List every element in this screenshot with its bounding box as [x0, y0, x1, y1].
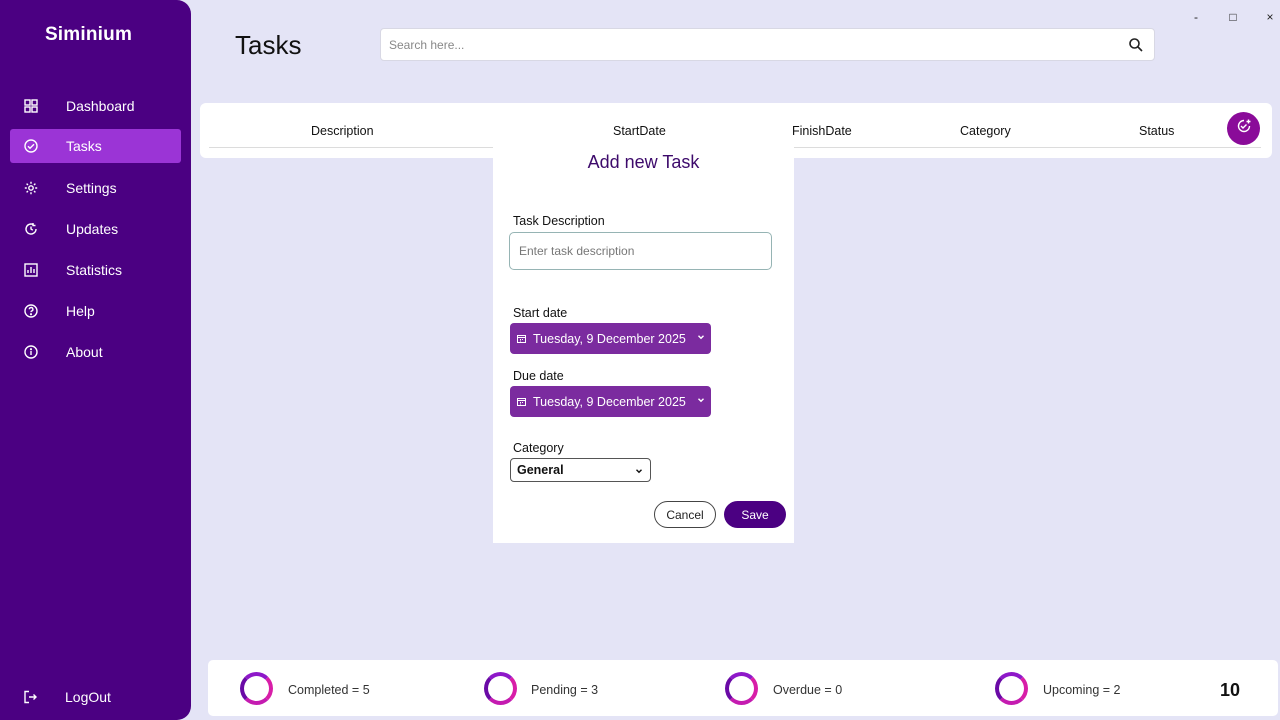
sidebar-item-settings[interactable]: Settings — [10, 171, 181, 205]
upcoming-ring — [995, 672, 1028, 705]
grid-icon — [24, 99, 38, 113]
search-icon[interactable] — [1128, 37, 1144, 53]
task-description-label: Task Description — [513, 214, 605, 228]
category-value: General — [517, 463, 564, 477]
logout-label: LogOut — [65, 689, 111, 705]
start-date-picker[interactable]: Tuesday, 9 December 2025 — [510, 323, 711, 354]
overdue-ring — [725, 672, 758, 705]
start-date-value: Tuesday, 9 December 2025 — [533, 331, 686, 346]
add-task-dialog: Add new Task Task Description Start date… — [493, 137, 794, 543]
page-title: Tasks — [235, 30, 302, 60]
gear-icon — [24, 181, 38, 195]
column-header-category: Category — [960, 124, 1011, 138]
cancel-button[interactable]: Cancel — [654, 501, 716, 528]
check-circle-icon — [24, 139, 38, 153]
column-header-status: Status — [1139, 124, 1175, 138]
add-task-icon — [1236, 118, 1252, 139]
category-select[interactable]: General — [510, 458, 651, 482]
add-task-button[interactable] — [1227, 112, 1260, 145]
task-description-input[interactable] — [509, 232, 772, 270]
chevron-down-icon — [635, 467, 643, 475]
calendar-icon — [517, 397, 526, 406]
sidebar-item-label: About — [66, 344, 103, 360]
upcoming-count: Upcoming = 2 — [1043, 683, 1121, 697]
sidebar-item-label: Updates — [66, 221, 119, 237]
sidebar: Siminium Dashboard Tasks Settings Update… — [0, 0, 191, 720]
start-date-label: Start date — [513, 306, 568, 320]
refresh-icon — [24, 222, 38, 236]
sidebar-item-dashboard[interactable]: Dashboard — [10, 89, 181, 123]
search-bar — [380, 28, 1155, 61]
sidebar-item-help[interactable]: Help — [10, 294, 181, 328]
column-header-finishdate: FinishDate — [792, 124, 852, 138]
chart-icon — [24, 263, 38, 277]
logout-button[interactable]: LogOut — [10, 680, 181, 714]
sidebar-item-about[interactable]: About — [10, 335, 181, 369]
completed-count: Completed = 5 — [288, 683, 370, 697]
maximize-button[interactable]: □ — [1226, 10, 1240, 24]
sidebar-item-label: Tasks — [66, 138, 102, 154]
dialog-title: Add new Task — [587, 152, 700, 172]
app-brand: Siminium — [44, 24, 133, 45]
pending-ring — [484, 672, 517, 705]
status-bar: Completed = 5 Pending = 3 Overdue = 0 Up… — [208, 660, 1278, 716]
save-button[interactable]: Save — [724, 501, 786, 528]
logout-icon — [23, 690, 37, 704]
completed-ring — [240, 672, 273, 705]
close-button[interactable]: × — [1263, 10, 1277, 24]
total-count: 10 — [1220, 680, 1241, 700]
category-label: Category — [513, 441, 564, 455]
pending-count: Pending = 3 — [531, 683, 599, 697]
sidebar-item-label: Dashboard — [66, 98, 135, 114]
column-header-description: Description — [311, 124, 374, 138]
info-icon — [24, 345, 38, 359]
minimize-button[interactable]: - — [1189, 10, 1203, 24]
due-date-value: Tuesday, 9 December 2025 — [533, 394, 686, 409]
chevron-down-icon — [697, 333, 705, 341]
search-input[interactable] — [389, 29, 1109, 60]
due-date-picker[interactable]: Tuesday, 9 December 2025 — [510, 386, 711, 417]
sidebar-item-label: Statistics — [66, 262, 123, 278]
sidebar-item-label: Help — [66, 303, 95, 319]
question-icon — [24, 304, 38, 318]
sidebar-item-statistics[interactable]: Statistics — [10, 253, 181, 287]
chevron-down-icon — [697, 396, 705, 404]
sidebar-item-label: Settings — [66, 180, 117, 196]
due-date-label: Due date — [513, 369, 564, 383]
column-header-startdate: StartDate — [613, 124, 666, 138]
calendar-icon — [517, 334, 526, 343]
sidebar-item-updates[interactable]: Updates — [10, 212, 181, 246]
sidebar-item-tasks[interactable]: Tasks — [10, 129, 181, 163]
overdue-count: Overdue = 0 — [773, 683, 843, 697]
